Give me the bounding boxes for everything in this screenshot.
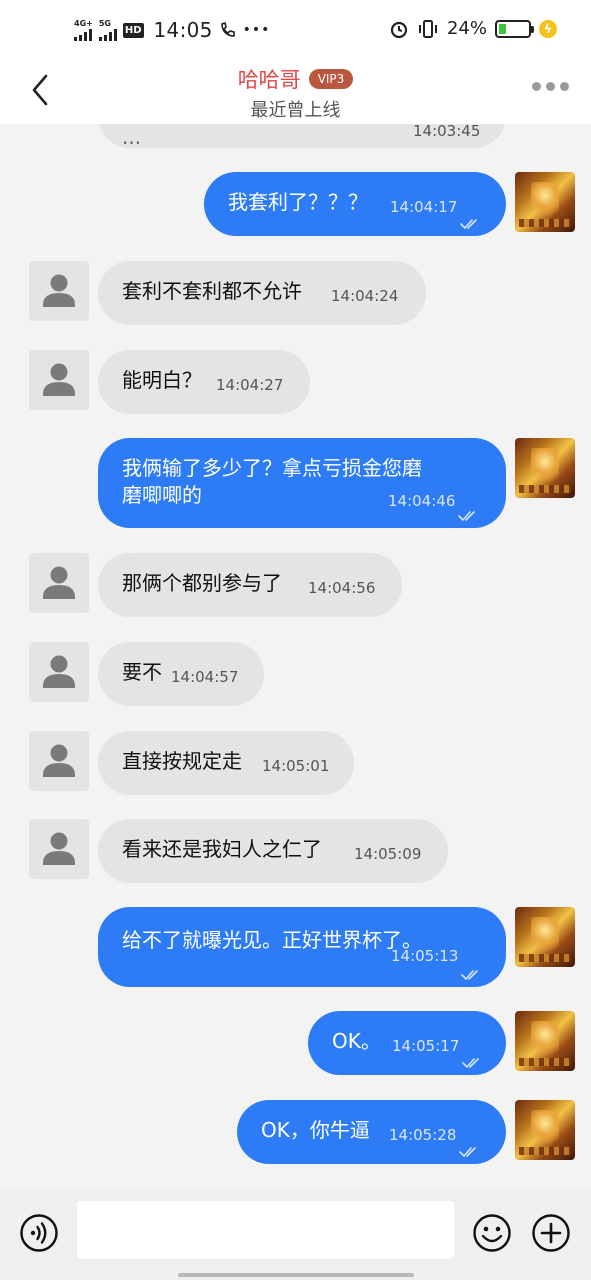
charging-icon: ϟ [539,19,557,38]
network-4g-label: 4G+ [74,18,93,28]
message-text: ... [122,125,142,149]
contact-avatar[interactable] [29,350,89,410]
message-text: 给不了就曝光见。正好世界杯了。 [122,928,422,952]
contact-avatar[interactable] [29,553,89,613]
input-bar [0,1189,591,1280]
message-time: 14:04:24 [331,287,399,305]
vibrate-icon [418,19,437,38]
default-user-icon [43,363,75,396]
message-bubble[interactable]: 看来还是我妇人之仁了 14:05:09 [98,819,448,883]
message-text: 套利不套利都不允许 [122,279,302,303]
message-time: 14:05:09 [354,845,422,863]
online-status: 最近曾上线 [250,100,341,121]
default-user-icon [43,566,75,599]
default-user-icon [43,744,75,777]
default-user-icon [43,832,75,865]
voice-icon[interactable] [19,1213,59,1253]
my-avatar[interactable] [515,1011,575,1071]
message-bubble[interactable]: 给不了就曝光见。正好世界杯了。 14:05:13 [98,907,506,987]
contact-avatar[interactable] [29,642,89,702]
message-text: 那俩个都别参与了 [122,571,282,595]
my-avatar[interactable] [515,1100,575,1160]
message-bubble[interactable]: 要不 14:04:57 [98,642,264,706]
message-text: 我套利了？？？ [228,190,368,214]
message-time: 14:05:01 [262,757,330,775]
contact-name[interactable]: 哈哈哥 [238,64,301,94]
message-time: 14:05:17 [392,1037,460,1055]
chat-header: 哈哈哥 VIP3 最近曾上线 [0,62,591,124]
message-bubble[interactable]: ... 14:03:45 [98,124,506,149]
my-avatar[interactable] [515,438,575,498]
message-time: 14:05:28 [389,1126,457,1144]
plus-icon[interactable] [531,1213,571,1253]
message-input[interactable] [77,1201,454,1259]
battery-icon [495,19,534,38]
battery-percent: 24% [446,18,487,39]
default-user-icon [43,274,75,307]
contact-avatar[interactable] [29,819,89,879]
emoji-icon[interactable] [472,1213,512,1253]
read-receipt-icon [461,961,483,981]
signal-4g-icon: 4G+ [74,18,93,41]
message-time: 14:03:45 [413,124,481,140]
message-text: 能明白？ [122,368,202,392]
call-forward-icon [220,21,235,37]
message-bubble[interactable]: 能明白？ 14:04:27 [98,350,310,414]
status-right: 24% ϟ [389,18,557,39]
signal-5g-icon: 5G [98,18,117,41]
read-receipt-icon [462,1049,484,1069]
message-time: 14:04:57 [171,668,239,686]
my-avatar[interactable] [515,172,575,232]
vip-badge: VIP3 [308,69,354,89]
read-receipt-icon [459,1138,481,1158]
message-bubble[interactable]: 我套利了？？？ 14:04:17 [204,172,506,236]
network-5g-label: 5G [98,18,111,28]
alarm-icon [390,21,408,38]
status-time: 14:05 [153,18,213,42]
message-time: 14:04:56 [308,579,376,597]
message-bubble[interactable]: 我俩输了多少了？拿点亏损金您磨 磨唧唧的 14:04:46 [98,438,506,528]
message-bubble[interactable]: OK。 14:05:17 [308,1011,506,1075]
message-text: OK。 [332,1029,381,1053]
battery-fill [499,23,506,34]
more-options-button[interactable] [532,82,569,91]
contact-avatar[interactable] [29,261,89,321]
contact-avatar[interactable] [29,731,89,791]
message-time: 14:04:46 [388,492,456,510]
status-bar: 4G+ 5G HD 14:05 ••• 24% ϟ [0,0,591,62]
more-status-icon: ••• [242,22,271,38]
read-receipt-icon [460,210,482,230]
message-bubble[interactable]: OK，你牛逼 14:05:28 [237,1100,506,1164]
home-indicator[interactable] [178,1273,414,1277]
message-text: 磨唧唧的 [122,483,202,507]
default-user-icon [43,655,75,688]
message-text: OK，你牛逼 [261,1118,370,1142]
message-bubble[interactable]: 套利不套利都不允许 14:04:24 [98,261,426,325]
message-text: 我俩输了多少了？拿点亏损金您磨 [122,456,422,480]
message-list[interactable]: ... 14:03:45 我套利了？？？ 14:04:17 套利不套利都不允许 14:04… [0,124,591,1189]
message-text: 要不 [122,660,162,684]
message-text: 直接按规定走 [122,749,242,773]
message-time: 14:04:17 [390,198,458,216]
message-bubble[interactable]: 那俩个都别参与了 14:04:56 [98,553,402,617]
status-left: 4G+ 5G HD 14:05 ••• [74,18,270,42]
message-time: 14:04:27 [216,376,284,394]
hd-voice-icon: HD [122,22,144,38]
message-bubble[interactable]: 直接按规定走 14:05:01 [98,731,354,795]
title-row: 哈哈哥 VIP3 [0,64,591,94]
message-time: 14:05:13 [391,947,459,965]
my-avatar[interactable] [515,907,575,967]
read-receipt-icon [458,502,480,522]
message-text: 看来还是我妇人之仁了 [122,837,322,861]
